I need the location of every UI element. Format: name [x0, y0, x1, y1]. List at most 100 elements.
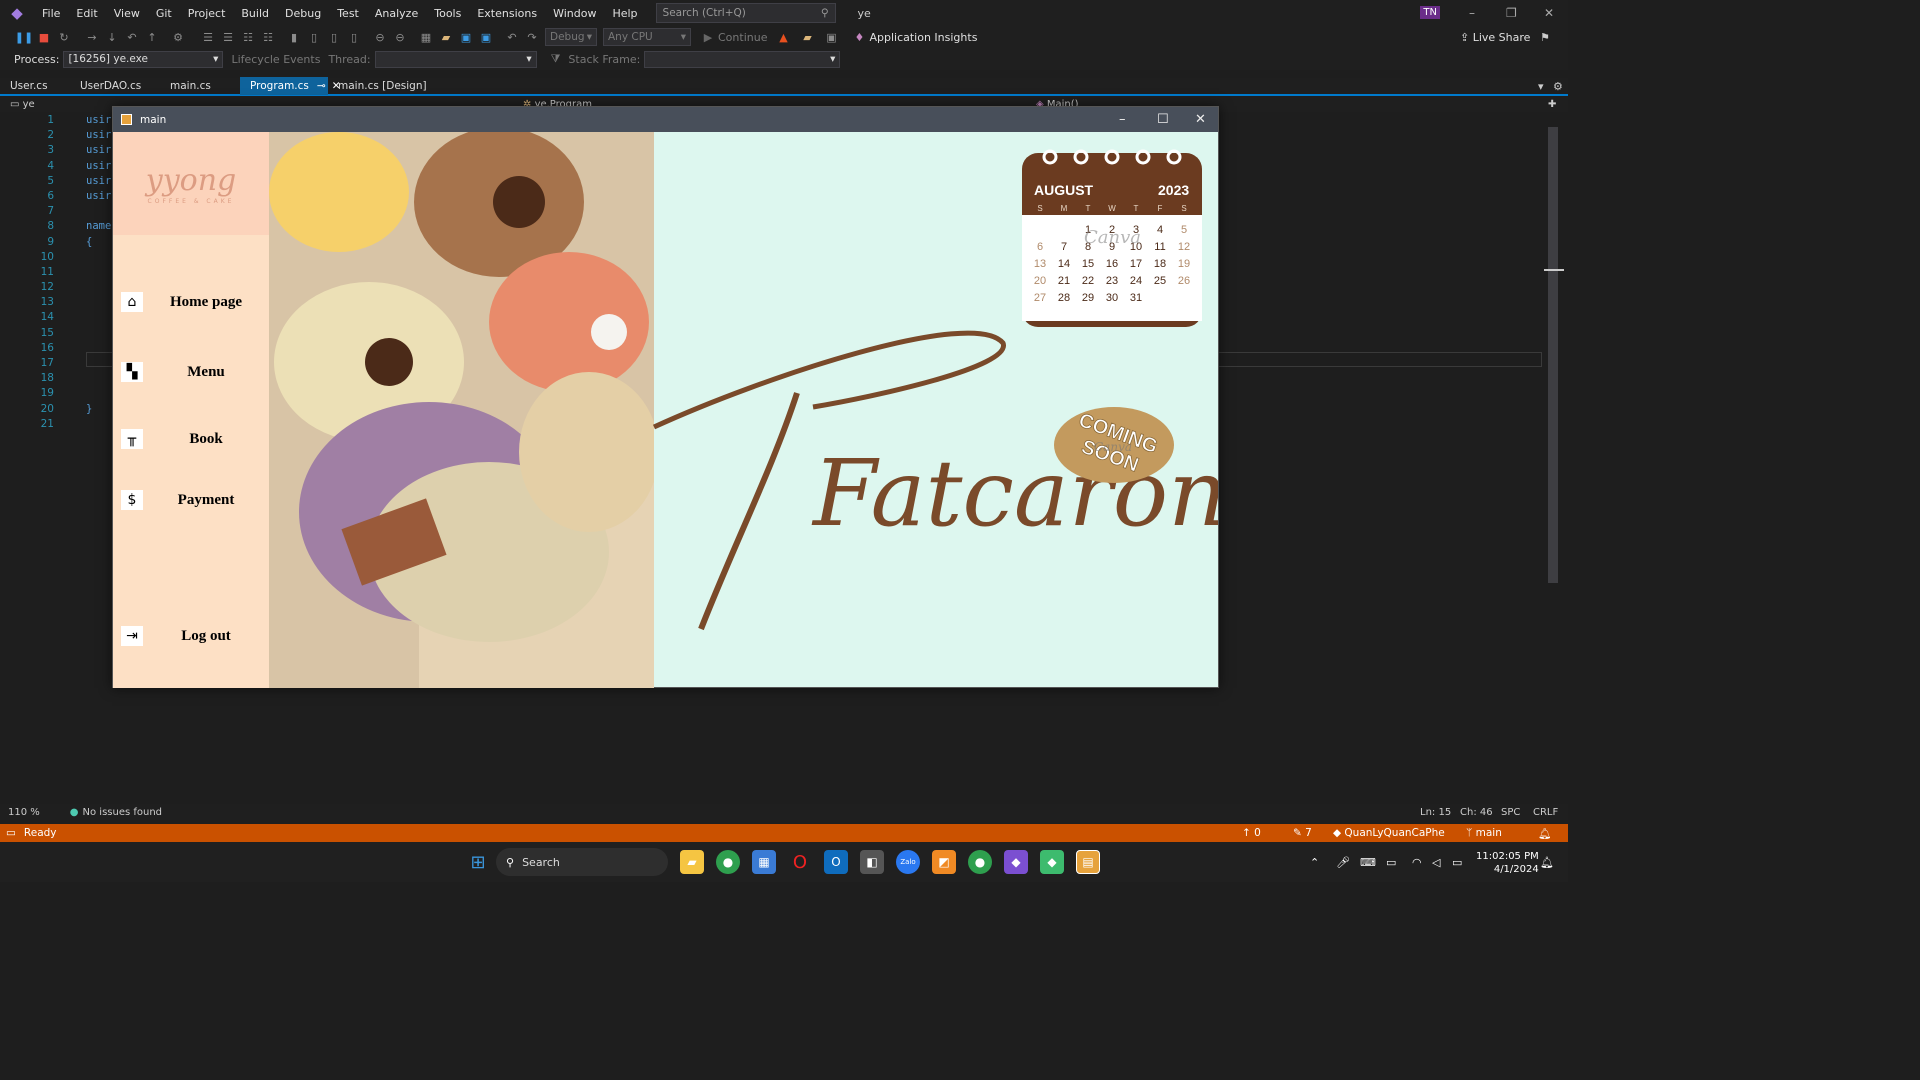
menu-build[interactable]: Build	[233, 7, 277, 20]
calendar-app-icon[interactable]: ▦	[752, 850, 776, 874]
stop-icon[interactable]: ■	[36, 29, 52, 45]
pause-icon[interactable]: ❚❚	[15, 29, 33, 45]
tab-main-cs[interactable]: main.cs	[160, 77, 240, 95]
clock[interactable]: 11:02:05 PM 4/1/2024	[1476, 850, 1539, 876]
bookmark-clear-icon[interactable]: ▯	[346, 29, 362, 45]
indent-icon[interactable]: ☰	[200, 29, 216, 45]
visual-studio-taskbar-icon[interactable]: ◆	[1004, 850, 1028, 874]
git-app-icon[interactable]: ◆	[1040, 850, 1064, 874]
bookmark-icon[interactable]: ▮	[286, 29, 302, 45]
hot-reload-icon[interactable]: ⚙	[170, 29, 186, 45]
taskbar-search[interactable]: ⚲ Search	[496, 848, 668, 876]
split-editor-icon[interactable]: ✚	[1548, 99, 1556, 110]
menu-help[interactable]: Help	[604, 7, 645, 20]
windows-start-icon[interactable]: ⊞	[466, 850, 490, 874]
code-line[interactable]	[86, 310, 111, 325]
branch-button[interactable]: ᛘ main	[1466, 827, 1502, 839]
menu-window[interactable]: Window	[545, 7, 604, 20]
editor-app-icon[interactable]: ◩	[932, 850, 956, 874]
redo-icon[interactable]: ↷	[524, 29, 540, 45]
display-icon[interactable]: ▭	[1386, 856, 1396, 869]
code-line[interactable]: }	[86, 402, 111, 417]
menu-project[interactable]: Project	[180, 7, 234, 20]
code-line[interactable]	[86, 295, 111, 310]
bookmark-prev-icon[interactable]: ▯	[306, 29, 322, 45]
bookmark-next-icon[interactable]: ▯	[326, 29, 342, 45]
wifi-icon[interactable]: ◠	[1412, 856, 1422, 869]
pin-icon[interactable]: ⊸	[317, 80, 326, 92]
thread-select[interactable]: ▾	[374, 50, 537, 68]
code-line[interactable]	[86, 265, 111, 280]
char-number[interactable]: Ch: 46	[1460, 807, 1493, 818]
save-icon[interactable]: ▣	[458, 29, 474, 45]
feedback-icon[interactable]: ⚑	[1540, 31, 1550, 44]
process-select[interactable]: [16256] ye.exe ▾	[63, 50, 224, 68]
changes-button[interactable]: ✎ 7	[1293, 827, 1312, 839]
code-line[interactable]: usir	[86, 128, 111, 143]
step-over-icon[interactable]: →	[84, 29, 100, 45]
tab-userdao-cs[interactable]: UserDAO.cs	[70, 77, 160, 95]
undo-icon[interactable]: ↶	[504, 29, 520, 45]
code-line[interactable]: usir	[86, 159, 111, 174]
notification-bell-icon[interactable]: 🔔︎	[1540, 856, 1554, 869]
continue-icon[interactable]: ▶	[700, 29, 716, 45]
tab-overflow-icon[interactable]: ▾	[1538, 80, 1544, 93]
notifications-icon[interactable]: 🔔︎	[1538, 827, 1551, 840]
code-line[interactable]	[86, 417, 111, 432]
tab-program-cs[interactable]: Program.cs ⊸ ✕	[240, 77, 341, 95]
config-select[interactable]: Debug ▾	[545, 28, 597, 46]
issues-status[interactable]: No issues found	[83, 807, 163, 818]
search-input[interactable]: Search (Ctrl+Q) ⚲	[655, 3, 836, 23]
tab-main-cs-design[interactable]: main.cs [Design]	[328, 77, 438, 95]
keyboard-icon[interactable]: ⌨	[1360, 856, 1376, 869]
chrome-profile-icon[interactable]: ●	[968, 850, 992, 874]
user-avatar[interactable]: TN	[1420, 6, 1440, 19]
browse-icon[interactable]: ▰	[799, 29, 815, 45]
code-line[interactable]	[86, 250, 111, 265]
chrome-icon[interactable]: ●	[716, 850, 740, 874]
code-line[interactable]: usir	[86, 189, 111, 204]
code-line[interactable]: usir	[86, 174, 111, 189]
lifecycle-events-button[interactable]: Lifecycle Events	[231, 53, 320, 66]
app-insights-icon[interactable]: ♦	[851, 29, 867, 45]
close-icon[interactable]: ✕	[1544, 6, 1554, 20]
repository-button[interactable]: ◆ QuanLyQuanCaPhe	[1333, 827, 1445, 839]
stack-frame-select[interactable]: ▾	[644, 50, 841, 68]
menu-git[interactable]: Git	[148, 7, 180, 20]
menu-analyze[interactable]: Analyze	[367, 7, 426, 20]
app-insights-button[interactable]: Application Insights	[869, 31, 977, 44]
continue-button[interactable]: Continue	[718, 31, 767, 44]
solution-icon[interactable]: ▦	[418, 29, 434, 45]
opera-icon[interactable]: O	[788, 850, 812, 874]
step-into-icon[interactable]: ↓	[104, 29, 120, 45]
zalo-icon[interactable]: Zalo	[896, 850, 920, 874]
menu-debug[interactable]: Debug	[277, 7, 329, 20]
live-share-button[interactable]: ⇪ Live Share	[1460, 31, 1530, 44]
tray-chevron-icon[interactable]: ⌃	[1310, 856, 1319, 869]
microphone-icon[interactable]: 🎤︎	[1336, 856, 1350, 869]
code-line[interactable]	[86, 326, 111, 341]
back-icon[interactable]: ⊖	[372, 29, 388, 45]
code-editor[interactable]: usir usir usir usir usir usir name{}	[86, 113, 111, 432]
menu-file[interactable]: File	[34, 7, 68, 20]
vertical-scrollbar[interactable]	[1544, 115, 1564, 805]
platform-select[interactable]: Any CPU ▾	[603, 28, 691, 46]
volume-icon[interactable]: ◁	[1432, 856, 1440, 869]
menu-edit[interactable]: Edit	[68, 7, 105, 20]
file-explorer-icon[interactable]: ▰	[680, 850, 704, 874]
code-line[interactable]: {	[86, 235, 111, 250]
step-back-icon[interactable]: ↶	[124, 29, 140, 45]
screenshot-icon[interactable]: ▣	[823, 29, 839, 45]
code-line[interactable]	[86, 386, 111, 401]
scrollbar-thumb[interactable]	[1548, 127, 1558, 583]
tab-user-cs[interactable]: User.cs	[0, 77, 70, 95]
step-out-icon[interactable]: ↑	[144, 29, 160, 45]
forward-icon[interactable]: ⊖	[392, 29, 408, 45]
menu-view[interactable]: View	[106, 7, 148, 20]
code-line[interactable]: usir	[86, 113, 111, 128]
line-ending[interactable]: CRLF	[1533, 807, 1558, 818]
menu-test[interactable]: Test	[329, 7, 367, 20]
push-button[interactable]: ↑ 0	[1242, 827, 1261, 839]
whitespace-mode[interactable]: SPC	[1501, 807, 1520, 818]
menu-tools[interactable]: Tools	[426, 7, 469, 20]
